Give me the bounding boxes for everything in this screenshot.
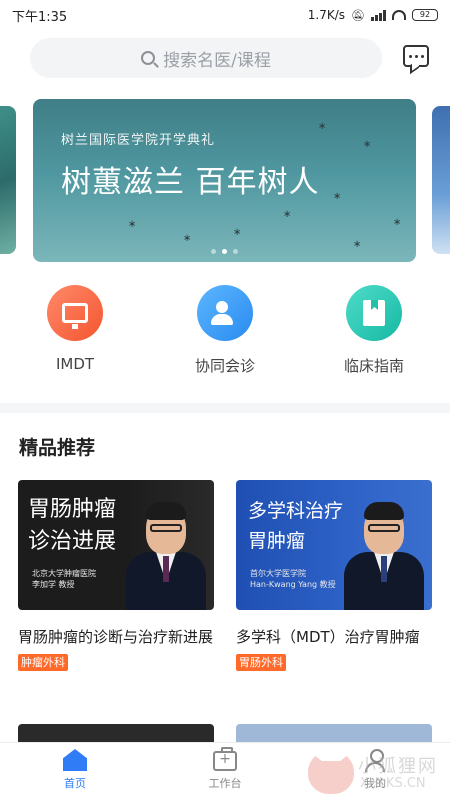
entry-consultation-circle: [197, 285, 253, 341]
search-placeholder: 搜索名医/课程: [163, 50, 271, 71]
carousel-dot: [211, 249, 216, 254]
tab-home-label: 首页: [64, 777, 86, 790]
status-bar: 下午1:35 1.7K/s 🔕︎ 92: [0, 0, 450, 30]
bird-graphic: ∗: [363, 139, 372, 150]
entry-guidelines-circle: [346, 285, 402, 341]
bird-graphic: ∗: [333, 191, 342, 202]
entry-guidelines[interactable]: 临床指南: [314, 285, 434, 376]
entry-guidelines-label: 临床指南: [343, 357, 404, 375]
course-title: 胃肠肿瘤的诊断与治疗新进展: [18, 628, 214, 646]
banner-subtitle: 树兰国际医学院开学典礼: [61, 133, 216, 148]
bird-graphic: ∗: [318, 121, 327, 132]
home-icon: [63, 749, 87, 771]
tab-workbench[interactable]: 工作台: [185, 747, 265, 791]
carousel-dots: [33, 249, 416, 254]
message-icon[interactable]: [403, 45, 429, 67]
entry-consultation-label: 协同会诊: [194, 357, 255, 375]
banner-slide[interactable]: 树兰国际医学院开学典礼 树蕙滋兰 百年树人 ∗ ∗ ∗ ∗ ∗ ∗ ∗ ∗ ∗: [33, 99, 416, 262]
briefcase-icon: [213, 747, 237, 771]
quick-entries: IMDT 协同会诊 临床指南: [0, 285, 450, 385]
search-icon: [141, 51, 156, 65]
course-tag: 肿瘤外科: [18, 654, 68, 671]
thumb-headline: 胃肠肿瘤 诊治进展: [28, 497, 117, 554]
section-title: 精品推荐: [19, 437, 96, 459]
book-icon: [363, 300, 385, 326]
tab-workbench-label: 工作台: [208, 777, 242, 790]
watermark-cn: 小狐狸网: [358, 756, 438, 777]
status-time: 下午1:35: [12, 9, 68, 25]
course-thumbnail: 多学科治疗 胃肿瘤 首尔大学医学院 Han-Kwang Yang 教授: [236, 480, 432, 610]
banner-next-peek[interactable]: [432, 106, 450, 254]
banner-title: 树蕙滋兰 百年树人: [61, 165, 320, 200]
bird-graphic: ∗: [128, 219, 137, 230]
carousel-dot: [233, 249, 238, 254]
course-card-2[interactable]: 多学科治疗 胃肿瘤 首尔大学医学院 Han-Kwang Yang 教授 多学科（…: [236, 480, 432, 671]
wifi-icon: [392, 10, 406, 20]
entry-imdt-label: IMDT: [55, 355, 95, 373]
entry-consultation[interactable]: 协同会诊: [165, 285, 285, 376]
entry-imdt[interactable]: IMDT: [15, 285, 135, 373]
bird-graphic: ∗: [183, 233, 192, 244]
search-bar[interactable]: 搜索名医/课程: [30, 38, 382, 78]
signal-icon: [371, 9, 386, 21]
watermark: 小狐狸网 XHLKS.CN: [308, 748, 448, 798]
thumb-caption: 北京大学肿瘤医院 李加学 教授: [32, 569, 96, 589]
entry-imdt-circle: [47, 285, 103, 341]
doctor-portrait: [126, 498, 206, 610]
section-divider: [0, 403, 450, 413]
users-icon: [211, 301, 239, 325]
carousel-dot-active: [222, 249, 227, 254]
watermark-en: XHLKS.CN: [360, 776, 426, 791]
mute-icon: 🔕︎: [351, 8, 365, 22]
battery-icon: 92: [412, 9, 438, 21]
fox-logo-icon: [308, 750, 354, 794]
bird-graphic: ∗: [393, 217, 402, 228]
thumb-headline: 多学科治疗 胃肿瘤: [248, 500, 344, 552]
tab-home[interactable]: 首页: [35, 749, 115, 791]
doctor-portrait: [344, 498, 424, 610]
bird-graphic: ∗: [283, 209, 292, 220]
course-tag: 胃肠外科: [236, 654, 286, 671]
banner-prev-peek[interactable]: [0, 106, 16, 254]
bird-graphic: ∗: [233, 227, 242, 238]
status-right: 1.7K/s 🔕︎ 92: [308, 8, 438, 22]
thumb-caption: 首尔大学医学院 Han-Kwang Yang 教授: [250, 569, 336, 589]
course-card-1[interactable]: 胃肠肿瘤 诊治进展 北京大学肿瘤医院 李加学 教授 胃肠肿瘤的诊断与治疗新进展 …: [18, 480, 214, 671]
course-title: 多学科（MDT）治疗胃肿瘤: [236, 628, 420, 646]
network-speed: 1.7K/s: [307, 8, 346, 22]
monitor-icon: [62, 303, 88, 329]
course-thumbnail: 胃肠肿瘤 诊治进展 北京大学肿瘤医院 李加学 教授: [18, 480, 214, 610]
